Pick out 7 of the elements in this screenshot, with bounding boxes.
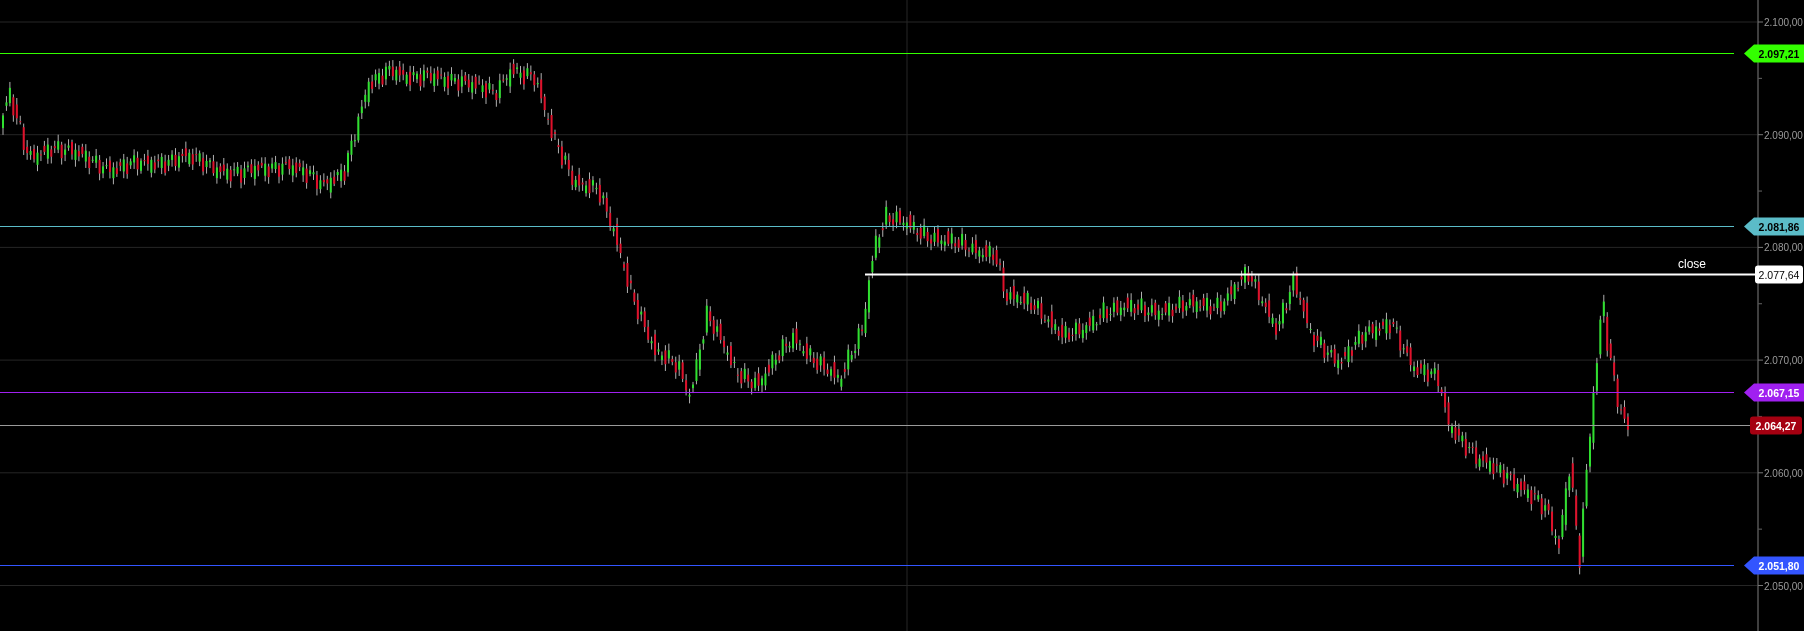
axis-tick-label: 2.070,00 bbox=[1764, 355, 1803, 367]
axis-tick-label: 2.060,00 bbox=[1764, 467, 1803, 479]
axis-tick-label: 2.050,00 bbox=[1764, 580, 1803, 592]
close-caption: close bbox=[1678, 256, 1706, 271]
axis-tick-label: 2.090,00 bbox=[1764, 129, 1803, 141]
axis-tick-label: 2.080,00 bbox=[1764, 242, 1803, 254]
axis-tick-label: 2.100,00 bbox=[1764, 17, 1803, 28]
